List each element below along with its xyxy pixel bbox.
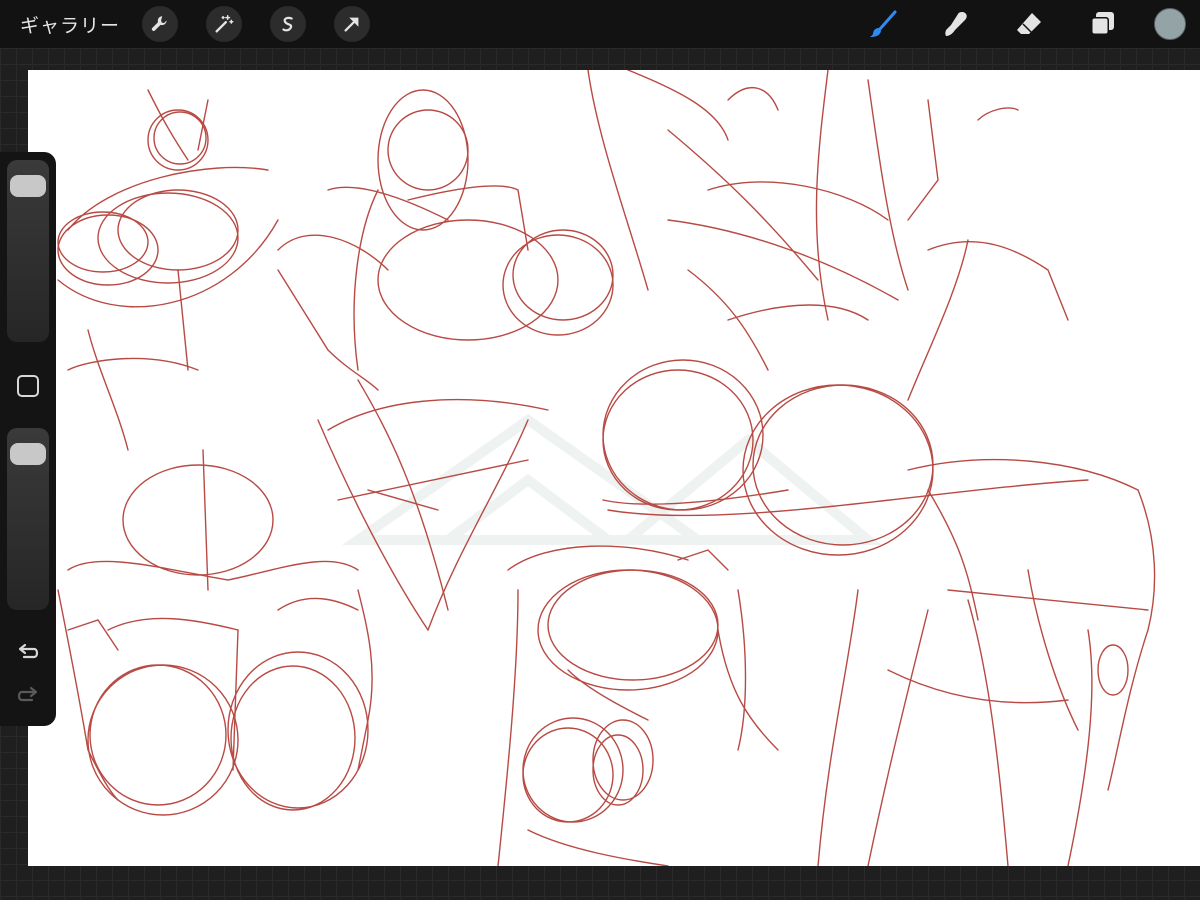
undo-icon — [18, 643, 39, 659]
left-sidebar — [0, 152, 56, 726]
gesture-sketch-strokes — [57, 70, 1156, 866]
arrow-cursor-icon — [344, 17, 359, 32]
brush-icon — [870, 10, 897, 37]
smudge-finger-icon — [945, 12, 967, 36]
adjustments-button[interactable] — [206, 6, 243, 42]
layers-icon — [1091, 12, 1114, 35]
redo-button[interactable] — [14, 682, 42, 710]
drawing-canvas[interactable] — [28, 70, 1200, 866]
redo-icon — [17, 686, 38, 702]
wrench-icon — [151, 16, 167, 31]
undo-button[interactable] — [14, 639, 42, 667]
selection-button[interactable] — [270, 6, 307, 42]
procreate-app: ギャラリー — [0, 0, 1200, 900]
right-tool-group — [830, 4, 1186, 44]
color-picker-swatch[interactable] — [1154, 8, 1186, 40]
brush-size-slider-handle[interactable] — [10, 175, 46, 198]
gallery-button[interactable]: ギャラリー — [20, 11, 120, 38]
eraser-icon — [1017, 13, 1041, 34]
magic-wand-icon — [215, 15, 234, 33]
brush-tool[interactable] — [863, 4, 903, 44]
smudge-tool[interactable] — [936, 4, 976, 44]
opacity-slider[interactable] — [7, 428, 49, 610]
actions-button[interactable] — [142, 6, 179, 42]
selection-s-icon — [282, 16, 293, 32]
transform-button[interactable] — [334, 6, 371, 42]
eraser-tool[interactable] — [1009, 4, 1049, 44]
top-toolbar: ギャラリー — [0, 0, 1200, 48]
opacity-slider-handle[interactable] — [10, 443, 46, 466]
layers-tool[interactable] — [1082, 4, 1122, 44]
modifier-button[interactable] — [17, 375, 39, 397]
brush-size-slider[interactable] — [7, 160, 49, 342]
sketch-artwork — [57, 70, 1156, 866]
